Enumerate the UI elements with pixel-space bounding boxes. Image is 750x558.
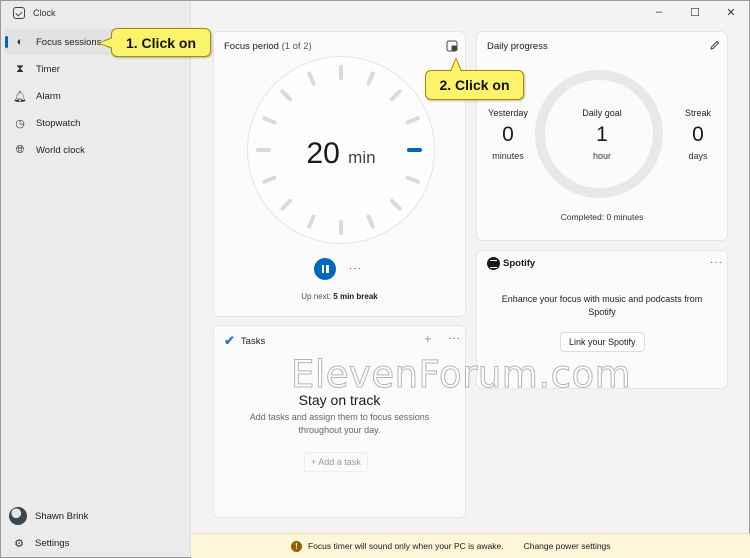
- timer-tick: [366, 214, 375, 229]
- sidebar-item-label: World clock: [36, 144, 85, 156]
- streak-label: Streak: [684, 108, 711, 118]
- tasks-header: ✔ Tasks: [224, 333, 265, 349]
- close-button[interactable]: ✕: [713, 1, 749, 23]
- sidebar-item-label: Alarm: [36, 90, 61, 102]
- watermark: ElevenForum.com: [290, 353, 632, 397]
- timer-tick: [405, 175, 420, 184]
- user-name: Shawn Brink: [35, 510, 89, 522]
- timer-tick: [262, 116, 277, 125]
- sidebar-item-timer[interactable]: ⧗ Timer: [5, 56, 185, 82]
- daily-goal-label: Daily goal: [582, 108, 622, 118]
- daily-goal-stat: Daily goal 1 hour: [572, 108, 632, 161]
- streak-unit: days: [688, 151, 708, 161]
- sidebar-item-stopwatch[interactable]: ◷ Stopwatch: [5, 110, 185, 136]
- up-next: Up next: 5 min break: [214, 292, 465, 301]
- compact-overlay-icon[interactable]: [446, 40, 458, 52]
- daily-goal-value: 1: [596, 123, 608, 146]
- timer-tick: [280, 198, 293, 211]
- window-controls: – ☐ ✕: [641, 1, 749, 23]
- tasks-empty-description: Add tasks and assign them to focus sessi…: [249, 412, 430, 435]
- timer-tick: [389, 198, 402, 211]
- sidebar-item-label: Timer: [36, 63, 60, 75]
- timer-tick: [280, 89, 293, 102]
- timer-display: 20 min: [248, 137, 434, 171]
- tasks-title: Tasks: [240, 335, 266, 347]
- maximize-button[interactable]: ☐: [677, 1, 713, 23]
- app-title-bar: Clock: [13, 7, 56, 19]
- sidebar-item-label: Focus sessions: [36, 36, 102, 48]
- focus-period-label: Focus period: [224, 41, 279, 52]
- info-message: Focus timer will sound only when your PC…: [308, 541, 504, 551]
- spotify-description: Enhance your focus with music and podcas…: [501, 294, 703, 317]
- sidebar: Clock ◐ Focus sessions ⧗ Timer 🔔︎ Alarm …: [1, 1, 191, 557]
- sidebar-item-alarm[interactable]: 🔔︎ Alarm: [5, 83, 185, 109]
- gear-icon: ⚙: [14, 537, 24, 550]
- focus-icon: ◐: [16, 36, 24, 48]
- spotify-logo-icon: [487, 257, 500, 270]
- streak-value: 0: [692, 123, 704, 146]
- info-bar: ! Focus timer will sound only when your …: [191, 533, 750, 558]
- edit-pencil-icon[interactable]: [709, 40, 720, 51]
- focus-period-count: (1 of 2): [281, 41, 312, 52]
- streak-stat: Streak 0 days: [668, 108, 728, 161]
- timer-tick: [389, 89, 402, 102]
- minimize-button[interactable]: –: [641, 1, 677, 23]
- app-title: Clock: [33, 8, 56, 18]
- yesterday-stat: Yesterday 0 minutes: [478, 108, 538, 161]
- add-task-icon[interactable]: +: [424, 331, 432, 346]
- spotify-header: Spotify: [487, 257, 535, 270]
- up-next-label: Up next:: [301, 292, 332, 301]
- spotify-title: Spotify: [503, 258, 536, 269]
- daily-progress-title: Daily progress: [487, 41, 548, 52]
- yesterday-value: 0: [502, 123, 514, 146]
- bell-icon: 🔔︎: [13, 90, 27, 103]
- focus-period-title: Focus period (1 of 2): [224, 41, 312, 52]
- clock-window: Clock ◐ Focus sessions ⧗ Timer 🔔︎ Alarm …: [0, 0, 750, 558]
- callout-step-1: 1. Click on: [98, 28, 211, 57]
- settings-button[interactable]: ⚙ Settings: [13, 537, 70, 550]
- completed-minutes: Completed: 0 minutes: [560, 212, 644, 222]
- spotify-more-button[interactable]: ···: [710, 257, 723, 268]
- stopwatch-icon: ◷: [15, 117, 25, 130]
- yesterday-unit: minutes: [492, 151, 524, 161]
- sidebar-item-label: Stopwatch: [36, 117, 81, 129]
- timer-value: 20: [306, 137, 340, 170]
- up-next-value: 5 min break: [333, 292, 378, 301]
- globe-icon: 🌐︎: [15, 143, 25, 156]
- sidebar-item-world-clock[interactable]: 🌐︎ World clock: [5, 137, 185, 163]
- todo-check-icon: ✔: [224, 333, 235, 348]
- timer-tick: [405, 116, 420, 125]
- timer-tick: [307, 214, 316, 229]
- clock-app-icon: [13, 7, 25, 19]
- hourglass-icon: ⧗: [16, 62, 24, 75]
- tasks-more-button[interactable]: ···: [448, 333, 461, 344]
- yesterday-label: Yesterday: [488, 108, 528, 118]
- settings-label: Settings: [35, 537, 70, 549]
- change-power-settings-link[interactable]: Change power settings: [524, 541, 611, 551]
- timer-tick: [262, 175, 277, 184]
- warning-icon: !: [291, 540, 302, 552]
- avatar: [9, 507, 27, 525]
- pause-button[interactable]: [314, 258, 336, 280]
- add-a-task-button[interactable]: + Add a task: [304, 452, 368, 472]
- timer-tick: [307, 71, 316, 86]
- daily-goal-unit: hour: [592, 151, 611, 161]
- link-spotify-button[interactable]: Link your Spotify: [560, 332, 645, 352]
- daily-progress-card: Daily progress Yesterday 0 minutes Daily…: [476, 31, 728, 241]
- focus-timer-ring: 20 min: [247, 56, 435, 244]
- timer-unit: min: [348, 148, 376, 167]
- focus-more-button[interactable]: ···: [349, 263, 362, 274]
- user-account[interactable]: Shawn Brink: [9, 507, 88, 525]
- timer-tick: [366, 71, 375, 86]
- callout-step-2: 2. Click on: [425, 57, 524, 100]
